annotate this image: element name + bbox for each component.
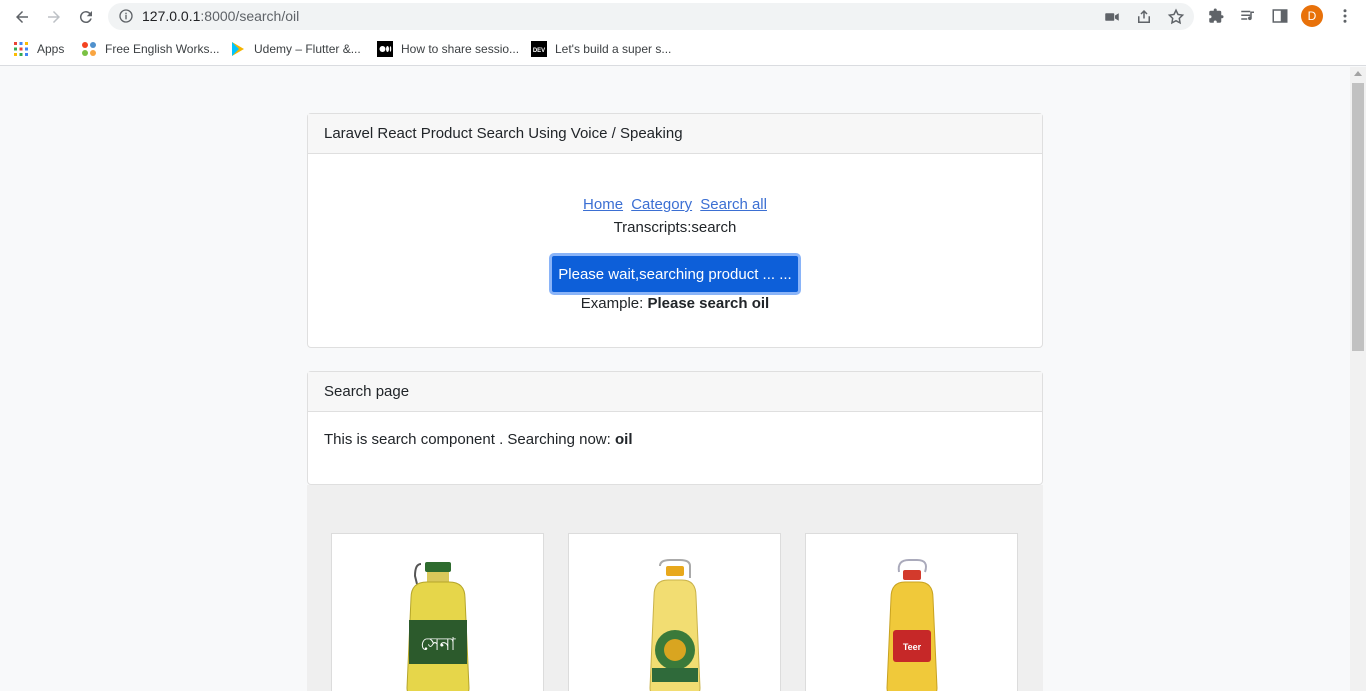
- search-status: This is search component . Searching now…: [324, 431, 632, 448]
- product-card[interactable]: [568, 533, 781, 691]
- search-card-title: Search page: [308, 372, 1042, 412]
- url-text[interactable]: 127.0.0.1:8000/search/oil: [142, 8, 299, 24]
- back-button[interactable]: [10, 5, 34, 29]
- url-host: 127.0.0.1: [142, 8, 201, 24]
- browser-toolbar: 127.0.0.1:8000/search/oil D: [0, 0, 1366, 33]
- transcript-value: search: [691, 219, 737, 236]
- bookmark-apps[interactable]: Apps: [13, 40, 64, 58]
- extensions-puzzle-icon[interactable]: [1207, 7, 1225, 25]
- example-label: Example:: [580, 295, 644, 312]
- voice-card-title: Laravel React Product Search Using Voice…: [308, 114, 1042, 154]
- transcript-line: Transcripts:search: [308, 219, 1042, 236]
- product-label-text: Teer: [902, 642, 921, 652]
- medium-icon: [377, 41, 393, 57]
- address-bar[interactable]: 127.0.0.1:8000/search/oil: [108, 3, 1194, 30]
- svg-text:DEV: DEV: [533, 48, 545, 54]
- example-value: Please search oil: [647, 295, 770, 312]
- more-vert-icon[interactable]: [1336, 7, 1354, 25]
- star-icon[interactable]: [1167, 8, 1185, 26]
- forward-button[interactable]: [42, 5, 66, 29]
- search-page-card: Search page This is search component . S…: [307, 371, 1043, 485]
- bookmark-udemy[interactable]: Udemy – Flutter &...: [230, 40, 361, 58]
- category-link[interactable]: Category: [631, 196, 692, 213]
- reload-button[interactable]: [74, 5, 98, 29]
- bookmark-label: Free English Works...: [105, 42, 220, 56]
- oil-bottle-icon: [648, 559, 701, 691]
- camera-icon[interactable]: [1103, 8, 1121, 26]
- product-card[interactable]: Teer: [805, 533, 1018, 691]
- share-icon[interactable]: [1135, 8, 1153, 26]
- scroll-thumb[interactable]: [1352, 83, 1364, 351]
- oil-bottle-icon: Teer: [885, 559, 938, 691]
- bookmarks-bar: Apps Free English Works... Udemy – Flutt…: [0, 33, 1366, 66]
- example-line: Example: Please search oil: [308, 295, 1042, 312]
- product-label-text: সেনা: [420, 634, 456, 655]
- voice-search-button[interactable]: Please wait,searching product ... ...: [549, 253, 801, 295]
- bookmark-free-english[interactable]: Free English Works...: [81, 40, 219, 58]
- bookmark-dev[interactable]: DEV Let's build a super s...: [531, 40, 671, 58]
- bookmark-label: Udemy – Flutter &...: [254, 42, 361, 56]
- arrow-right-icon: [48, 11, 60, 23]
- joomla-icon: [82, 42, 96, 56]
- scrollbar[interactable]: [1350, 67, 1366, 691]
- search-status-text: This is search component . Searching now…: [324, 431, 611, 448]
- arrow-left-icon: [16, 11, 28, 23]
- dev-icon: DEV: [531, 41, 547, 57]
- home-link[interactable]: Home: [583, 196, 623, 213]
- product-card[interactable]: সেনা: [331, 533, 544, 691]
- search-all-link[interactable]: Search all: [700, 196, 767, 213]
- nav-links: Home Category Search all: [308, 196, 1042, 213]
- apps-grid-icon: [14, 42, 28, 56]
- bookmark-label: Apps: [37, 42, 65, 56]
- product-results: সেনা Teer: [307, 485, 1043, 691]
- url-path: :8000/search/oil: [200, 8, 300, 24]
- bookmark-how-to-share[interactable]: How to share sessio...: [377, 40, 519, 58]
- bookmark-label: Let's build a super s...: [555, 42, 672, 56]
- media-queue-icon[interactable]: [1239, 7, 1257, 25]
- oil-bottle-icon: সেনা: [405, 562, 470, 691]
- reload-icon: [79, 11, 92, 24]
- scroll-up-arrow[interactable]: [1354, 71, 1362, 76]
- bookmark-label: How to share sessio...: [401, 42, 520, 56]
- play-icon: [232, 42, 244, 56]
- site-info-icon[interactable]: [118, 8, 134, 24]
- voice-search-card: Laravel React Product Search Using Voice…: [307, 113, 1043, 348]
- profile-avatar[interactable]: D: [1301, 5, 1323, 27]
- transcript-label: Transcripts:: [613, 219, 692, 236]
- search-query: oil: [614, 431, 633, 448]
- side-panel-icon[interactable]: [1271, 7, 1289, 25]
